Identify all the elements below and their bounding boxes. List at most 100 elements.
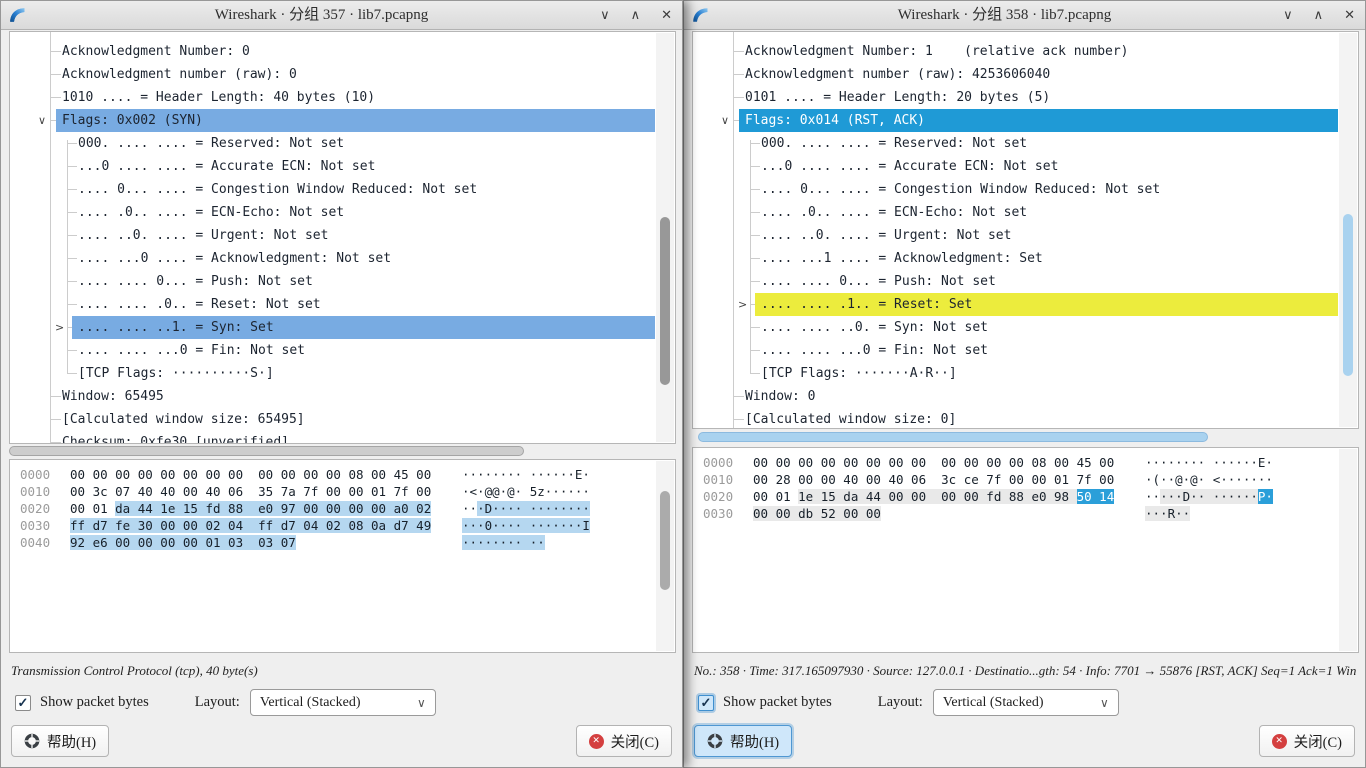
tree-row[interactable]: Acknowledgment Number: 1 (relative ack n… (693, 40, 1358, 63)
hex-ascii[interactable]: ········ ······E· (462, 467, 590, 482)
maximize-icon[interactable]: ∧ (631, 8, 641, 23)
hex-bytes[interactable]: 00 28 00 00 40 00 40 06 3c ce 7f 00 00 0… (753, 472, 1114, 487)
close-icon[interactable]: ✕ (661, 8, 672, 23)
hex-ascii[interactable]: ·(··@·@· <······· (1145, 472, 1273, 487)
layout-dropdown[interactable]: Vertical (Stacked) ∨ (933, 689, 1119, 716)
hex-row[interactable]: 002000 01 1e 15 da 44 00 00 00 00 fd 88 … (693, 488, 1338, 505)
hex-ascii[interactable]: ·· (462, 501, 477, 516)
chevron-down-icon[interactable]: ∨ (721, 109, 729, 132)
hex-ascii[interactable]: ·· (1145, 489, 1160, 504)
hex-row[interactable]: 000000 00 00 00 00 00 00 00 00 00 00 00 … (693, 454, 1338, 471)
layout-dropdown[interactable]: Vertical (Stacked) ∨ (250, 689, 436, 716)
hex-ascii[interactable]: ···R·· (1145, 506, 1190, 521)
tree-row[interactable]: .... .0.. .... = ECN-Echo: Not set (10, 201, 675, 224)
hex-vscrollbar[interactable] (656, 461, 674, 651)
tree-row[interactable]: ∨Flags: 0x014 (RST, ACK) (693, 109, 1358, 132)
tree-vscrollbar[interactable] (656, 33, 674, 442)
tree-row[interactable]: 0101 .... = Header Length: 20 bytes (5) (693, 86, 1358, 109)
minimize-icon[interactable]: ∨ (1283, 8, 1293, 23)
hex-ascii[interactable]: ···D·· ······ (1160, 489, 1258, 504)
tree-hscrollbar-thumb[interactable] (9, 446, 524, 456)
tree-row[interactable]: .... ...1 .... = Acknowledgment: Set (693, 247, 1358, 270)
tree-row[interactable]: .... ..0. .... = Urgent: Not set (693, 224, 1358, 247)
chevron-right-icon[interactable]: > (738, 293, 747, 316)
tree-row[interactable]: [TCP Flags: ··········S·] (10, 362, 675, 385)
hex-row[interactable]: 001000 3c 07 40 40 00 40 06 35 7a 7f 00 … (10, 483, 655, 500)
tree-row[interactable]: .... .... ...0 = Fin: Not set (10, 339, 675, 362)
tree-row[interactable]: >.... .... .1.. = Reset: Set (693, 293, 1358, 316)
tree-vscrollbar[interactable] (1339, 33, 1357, 427)
hex-row[interactable]: 000000 00 00 00 00 00 00 00 00 00 00 00 … (10, 466, 655, 483)
hex-bytes[interactable]: 00 00 db 52 00 00 (753, 506, 881, 521)
tree-row[interactable]: .... ...0 .... = Acknowledgment: Not set (10, 247, 675, 270)
tree-row[interactable]: Acknowledgment number (raw): 4253606040 (693, 63, 1358, 86)
hex-dump-pane[interactable]: 000000 00 00 00 00 00 00 00 00 00 00 00 … (9, 459, 676, 653)
hex-vscrollbar-thumb[interactable] (660, 491, 670, 590)
tree-row[interactable]: .... .... .0.. = Reset: Not set (10, 293, 675, 316)
tree-row[interactable]: .... .0.. .... = ECN-Echo: Not set (693, 201, 1358, 224)
tree-vscrollbar-thumb[interactable] (1343, 214, 1353, 376)
tree-row[interactable]: .... .... ...0 = Fin: Not set (693, 339, 1358, 362)
hex-row[interactable]: 003000 00 db 52 00 00···R·· (693, 505, 1338, 522)
hex-ascii[interactable]: ···0···· ·······I (462, 518, 590, 533)
help-button[interactable]: 帮助(H) (11, 725, 109, 757)
tree-row[interactable]: 000. .... .... = Reserved: Not set (10, 132, 675, 155)
hex-bytes[interactable]: 00 3c 07 40 40 00 40 06 35 7a 7f 00 00 0… (70, 484, 431, 499)
hex-ascii[interactable]: ·<·@@·@· 5z······ (462, 484, 590, 499)
hex-bytes[interactable]: 00 00 00 00 00 00 00 00 00 00 00 00 08 0… (70, 467, 431, 482)
tree-row[interactable]: .... .... ..0. = Syn: Not set (693, 316, 1358, 339)
tree-row[interactable]: .... 0... .... = Congestion Window Reduc… (693, 178, 1358, 201)
hex-row[interactable]: 002000 01 da 44 1e 15 fd 88 e0 97 00 00 … (10, 500, 655, 517)
hex-ascii[interactable]: ········ ······E· (1145, 455, 1273, 470)
hex-ascii[interactable]: ·D···· ········ (477, 501, 590, 516)
hex-ascii[interactable]: ········ ·· (462, 535, 545, 550)
tree-row[interactable]: [Calculated window size: 0] (693, 408, 1358, 429)
tree-row[interactable]: Acknowledgment number (raw): 0 (10, 63, 675, 86)
maximize-icon[interactable]: ∧ (1314, 8, 1324, 23)
tree-row[interactable]: 1010 .... = Header Length: 40 bytes (10) (10, 86, 675, 109)
tree-row[interactable]: [Calculated window size: 65495] (10, 408, 675, 431)
title-bar[interactable]: Wireshark · 分组 357 · lib7.pcapng ∨ ∧ ✕ (1, 1, 682, 30)
packet-detail-tree[interactable]: Acknowledgment Number: 1 (relative ack n… (692, 31, 1359, 429)
tree-row[interactable]: [TCP Flags: ·······A·R··] (693, 362, 1358, 385)
hex-bytes[interactable]: 00 01 (753, 489, 798, 504)
hex-bytes[interactable]: 92 e6 00 00 00 00 01 03 03 07 (70, 535, 296, 550)
tree-row[interactable]: ...0 .... .... = Accurate ECN: Not set (693, 155, 1358, 178)
show-packet-bytes-checkbox[interactable]: ✓ (15, 695, 31, 711)
show-packet-bytes-checkbox[interactable]: ✓ (698, 695, 714, 711)
close-button[interactable]: ✕ 关闭(C) (576, 725, 672, 757)
tree-row[interactable]: ∨Flags: 0x002 (SYN) (10, 109, 675, 132)
tree-row[interactable]: .... .... 0... = Push: Not set (693, 270, 1358, 293)
packet-detail-tree[interactable]: Acknowledgment Number: 0Acknowledgment n… (9, 31, 676, 444)
hex-row[interactable]: 004092 e6 00 00 00 00 01 03 03 07·······… (10, 534, 655, 551)
hex-bytes[interactable]: ff d7 fe 30 00 00 02 04 ff d7 04 02 08 0… (70, 518, 431, 533)
help-button[interactable]: 帮助(H) (694, 725, 792, 757)
tree-hscrollbar[interactable] (692, 431, 1359, 444)
tree-row[interactable]: Window: 0 (693, 385, 1358, 408)
title-bar[interactable]: Wireshark · 分组 358 · lib7.pcapng ∨ ∧ ✕ (684, 1, 1365, 30)
hex-bytes[interactable]: da 44 1e 15 fd 88 e0 97 00 00 00 00 a0 0… (115, 501, 431, 516)
close-button[interactable]: ✕ 关闭(C) (1259, 725, 1355, 757)
hex-bytes[interactable]: 50 14 (1077, 489, 1115, 504)
tree-hscrollbar[interactable] (9, 445, 676, 458)
chevron-down-icon[interactable]: ∨ (38, 109, 46, 132)
tree-row[interactable]: .... ..0. .... = Urgent: Not set (10, 224, 675, 247)
tree-row[interactable]: Acknowledgment Number: 0 (10, 40, 675, 63)
tree-row[interactable]: Window: 65495 (10, 385, 675, 408)
hex-bytes[interactable]: 00 00 00 00 00 00 00 00 00 00 00 00 08 0… (753, 455, 1114, 470)
tree-row[interactable]: ...0 .... .... = Accurate ECN: Not set (10, 155, 675, 178)
chevron-right-icon[interactable]: > (55, 316, 64, 339)
hex-bytes[interactable]: 1e 15 da 44 00 00 00 00 fd 88 e0 98 (798, 489, 1076, 504)
tree-row[interactable]: .... 0... .... = Congestion Window Reduc… (10, 178, 675, 201)
tree-row[interactable]: >.... .... ..1. = Syn: Set (10, 316, 675, 339)
tree-hscrollbar-thumb[interactable] (698, 432, 1208, 442)
tree-row[interactable]: Checksum: 0xfe30 [unverified] (10, 431, 675, 444)
minimize-icon[interactable]: ∨ (600, 8, 610, 23)
hex-row[interactable]: 0030ff d7 fe 30 00 00 02 04 ff d7 04 02 … (10, 517, 655, 534)
hex-vscrollbar[interactable] (1339, 449, 1357, 651)
hex-bytes[interactable]: 00 01 (70, 501, 115, 516)
hex-dump-pane[interactable]: 000000 00 00 00 00 00 00 00 00 00 00 00 … (692, 447, 1359, 653)
hex-row[interactable]: 001000 28 00 00 40 00 40 06 3c ce 7f 00 … (693, 471, 1338, 488)
close-icon[interactable]: ✕ (1344, 8, 1355, 23)
hex-ascii[interactable]: P· (1258, 489, 1273, 504)
